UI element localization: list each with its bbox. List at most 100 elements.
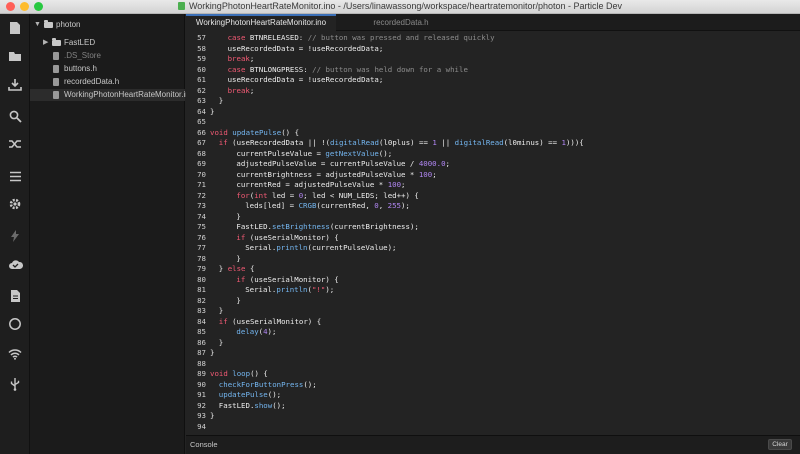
- cloud-icon[interactable]: [5, 254, 25, 274]
- code-token: "!": [311, 285, 326, 294]
- tab-workingphotonheartratemonitor[interactable]: WorkingPhotonHeartRateMonitor.ino: [186, 14, 336, 31]
- line-number: 74: [197, 211, 206, 221]
- download-icon[interactable]: [5, 74, 25, 94]
- code-line[interactable]: void loop() {: [210, 369, 268, 380]
- code-line[interactable]: }: [210, 212, 240, 223]
- code-token: FastLED.: [218, 400, 255, 410]
- line-number: 61: [197, 75, 206, 84]
- tree-item-label: buttons.h: [64, 64, 97, 73]
- code-line[interactable]: checkForButtonPress();: [210, 380, 317, 391]
- code-token: );: [267, 327, 277, 336]
- tab-recordeddata[interactable]: recordedData.h: [336, 14, 466, 31]
- code-token: {: [245, 264, 255, 273]
- file-icon[interactable]: [5, 18, 25, 38]
- wifi-icon[interactable]: [5, 344, 25, 364]
- code-token: (useSerialMonitor) {: [245, 232, 339, 242]
- code-line[interactable]: currentBrightness = adjustedPulseValue *…: [210, 170, 436, 181]
- code-token: }: [218, 337, 224, 347]
- line-number: 67: [197, 138, 206, 147]
- code-line[interactable]: if (useSerialMonitor) {: [210, 232, 339, 244]
- code-token: useRecordedData = !useRecordedData;: [227, 75, 384, 84]
- code-token: digitalRead: [454, 138, 504, 147]
- code-token: checkForButtonPress: [218, 379, 304, 389]
- tree-item-buttons-h[interactable]: buttons.h: [30, 63, 185, 75]
- gear-icon[interactable]: [5, 194, 25, 214]
- line-number: 59: [197, 54, 206, 63]
- code-line[interactable]: }: [210, 411, 214, 422]
- tree-root-folder[interactable]: ▼ photon: [30, 19, 185, 31]
- code-line[interactable]: updatePulse();: [210, 390, 281, 401]
- code-line[interactable]: case BTNLONGPRESS: // button was held do…: [210, 65, 468, 76]
- code-line[interactable]: if (useSerialMonitor) {: [210, 275, 338, 286]
- code-token: () {: [281, 127, 300, 137]
- code-line[interactable]: if (useSerialMonitor) {: [210, 317, 321, 328]
- folder-icon[interactable]: [5, 46, 25, 66]
- code-line[interactable]: delay(4);: [210, 327, 276, 338]
- code-line[interactable]: if (useRecordedData || !(digitalRead(l0p…: [210, 138, 584, 149]
- code-token: currentPulseValue =: [236, 148, 326, 158]
- line-number: 77: [197, 243, 206, 252]
- code-line[interactable]: }: [210, 338, 223, 349]
- code-token: BTNRELEASED:: [245, 33, 308, 42]
- code-line[interactable]: adjustedPulseValue = currentPulseValue /…: [210, 159, 450, 170]
- code-line[interactable]: FastLED.show();: [210, 401, 286, 412]
- code-token: ();: [378, 148, 393, 158]
- code-token: case: [227, 64, 246, 74]
- list-icon[interactable]: [5, 166, 25, 186]
- code-line[interactable]: Serial.println(currentPulseValue);: [210, 243, 396, 254]
- flash-icon[interactable]: [5, 226, 25, 246]
- code-token: if: [218, 316, 228, 326]
- code-line[interactable]: }: [210, 306, 223, 317]
- code-token: ||: [436, 138, 455, 147]
- code-line[interactable]: }: [210, 254, 240, 265]
- code-line[interactable]: useRecordedData = !useRecordedData;: [210, 44, 384, 55]
- usb-icon[interactable]: [5, 374, 25, 394]
- line-number: 92: [197, 400, 206, 410]
- line-number: 58: [197, 43, 206, 53]
- window-title-text: WorkingPhotonHeartRateMonitor.ino - /Use…: [188, 1, 623, 11]
- code-token: adjustedPulseValue = currentPulseValue /: [236, 159, 419, 168]
- circle-icon[interactable]: [5, 314, 25, 334]
- code-line[interactable]: currentPulseValue = getNextValue();: [210, 149, 392, 160]
- code-line[interactable]: }: [210, 348, 214, 359]
- code-line[interactable]: useRecordedData = !useRecordedData;: [210, 75, 384, 86]
- code-line[interactable]: break;: [210, 86, 255, 97]
- line-number: 89: [197, 369, 206, 378]
- tree-item-ds-store[interactable]: .DS_Store: [30, 50, 185, 62]
- tree-item-recordeddata-h[interactable]: recordedData.h: [30, 76, 185, 88]
- line-number: 63: [197, 96, 206, 105]
- code-line[interactable]: FastLED.setBrightness(currentBrightness)…: [210, 222, 418, 233]
- code-line[interactable]: currentRed = adjustedPulseValue * 100;: [210, 180, 405, 191]
- code-line[interactable]: } else {: [210, 264, 255, 275]
- document-icon[interactable]: [5, 286, 25, 306]
- code-line[interactable]: void updatePulse() {: [210, 128, 299, 139]
- code-line[interactable]: for(int led = 0; led < NUM_LEDS; led++) …: [210, 190, 418, 202]
- code-token: }: [218, 96, 224, 105]
- code-line[interactable]: }: [210, 296, 240, 307]
- tree-root-label: photon: [56, 20, 81, 29]
- shuffle-icon[interactable]: [5, 134, 25, 154]
- folder-icon: [52, 38, 61, 46]
- code-line[interactable]: }: [210, 107, 214, 118]
- code-line[interactable]: Serial.println("!");: [210, 285, 334, 296]
- code-editor[interactable]: 57 58 59 60 61 62 63 64 65 66 67 68 69 70 71 72 73 74 75 76…: [186, 31, 800, 435]
- line-number: 60: [197, 64, 206, 74]
- line-number-gutter: 57 58 59 60 61 62 63 64 65 66 67 68 69 70 71 72 73 74 75 76…: [186, 31, 208, 435]
- code-token: 255: [387, 201, 401, 210]
- code-token: Serial.: [245, 285, 277, 294]
- code-token: else: [227, 264, 246, 273]
- code-line[interactable]: leds[led] = CRGB(currentRed, 0, 255);: [210, 201, 410, 212]
- code-line[interactable]: case BTNRELEASED: // button was pressed …: [210, 33, 495, 44]
- line-number: 79: [197, 264, 206, 273]
- tree-item-fastled[interactable]: ▶ FastLED: [30, 37, 185, 49]
- line-number: 94: [197, 421, 206, 431]
- line-number: 66: [197, 127, 206, 137]
- code-token: led =: [267, 190, 299, 200]
- code-line[interactable]: break;: [210, 54, 255, 65]
- clear-console-button[interactable]: Clear: [768, 439, 792, 450]
- line-number: 82: [197, 295, 206, 305]
- code-token: }: [218, 306, 224, 315]
- tree-item-main-ino[interactable]: WorkingPhotonHeartRateMonitor.ino: [30, 89, 194, 101]
- code-line[interactable]: }: [210, 96, 223, 107]
- search-icon[interactable]: [5, 106, 25, 126]
